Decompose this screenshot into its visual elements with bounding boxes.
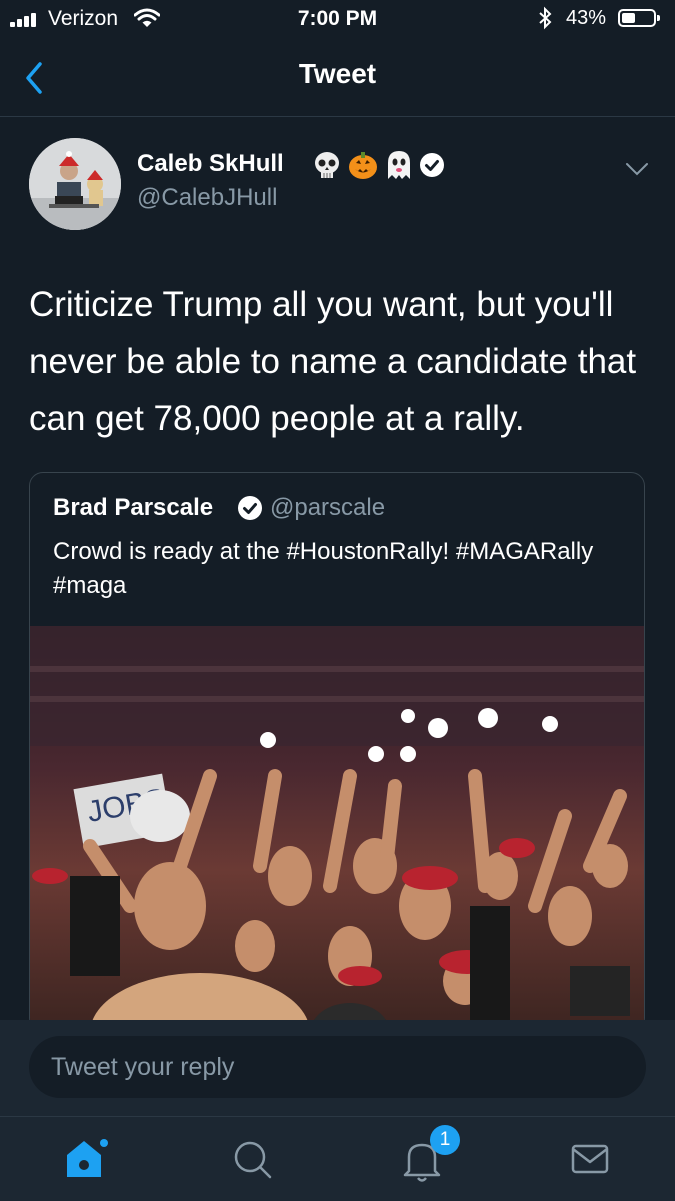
nav-bar: Tweet: [0, 38, 675, 117]
notifications-badge: 1: [430, 1125, 460, 1155]
status-bar: Verizon 7:00 PM 43%: [0, 0, 675, 38]
chevron-down-icon[interactable]: [624, 160, 650, 178]
name-emojis: [311, 148, 445, 182]
ghost-icon: [388, 151, 410, 179]
quoted-tweet-text: Crowd is ready at the #HoustonRally! #MA…: [53, 538, 594, 599]
verified-badge-icon: [420, 153, 444, 177]
quoted-tweet-card[interactable]: Brad Parscale @parscale Crowd is ready a…: [29, 472, 645, 1032]
skull-icon: [315, 152, 339, 178]
quoted-author-name: Brad Parscale: [53, 494, 214, 521]
quoted-tweet-video[interactable]: JOBS: [30, 626, 645, 1032]
avatar[interactable]: [29, 138, 121, 230]
tab-bar: 1: [0, 1116, 675, 1201]
battery-percent: 43%: [566, 7, 607, 29]
battery-icon: [618, 9, 660, 27]
messages-envelope-icon[interactable]: [560, 1129, 620, 1189]
quoted-author-handle: @parscale: [270, 494, 386, 521]
home-icon[interactable]: [56, 1129, 116, 1189]
battery-fill: [622, 13, 635, 23]
bluetooth-icon: [538, 6, 552, 36]
author-name[interactable]: Caleb SkHull: [137, 150, 284, 178]
author-handle[interactable]: @CalebJHull: [137, 184, 277, 212]
verified-badge-icon: [238, 496, 262, 520]
reply-input[interactable]: [29, 1036, 646, 1098]
reply-bar: [0, 1020, 675, 1116]
tweet-text: Criticize Trump all you want, but you'll…: [29, 285, 637, 438]
page-title: Tweet: [298, 58, 377, 89]
avatar-image: [29, 138, 121, 230]
search-icon[interactable]: [222, 1129, 282, 1189]
jack-o-lantern-icon: [349, 152, 377, 179]
